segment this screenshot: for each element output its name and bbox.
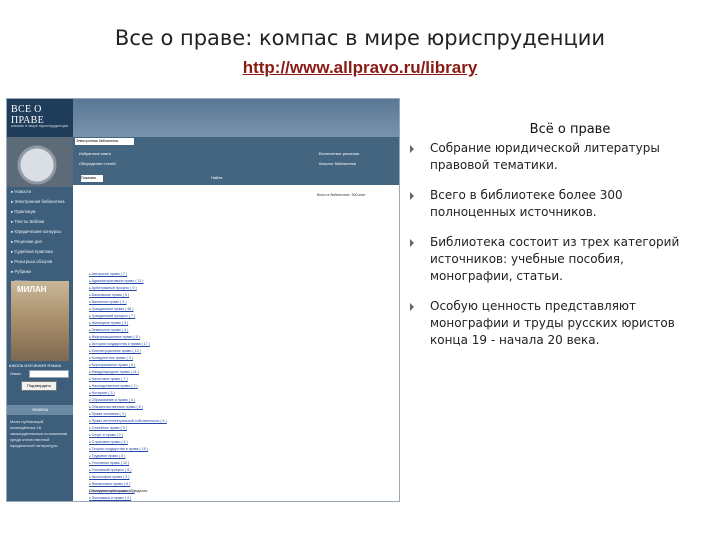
- bullet-arrow-icon: [410, 303, 414, 311]
- category-link[interactable]: Международное право ( 11 ): [89, 369, 249, 376]
- category-link[interactable]: Право интеллектуальной собственности ( 6…: [89, 418, 249, 425]
- category-link[interactable]: Земельное право ( 4 ): [89, 327, 249, 334]
- category-link[interactable]: Наследственное право ( 2 ): [89, 383, 249, 390]
- view-select[interactable]: Показать: [81, 175, 103, 182]
- bullet-text: Библиотека состоит из трех категорий ист…: [430, 235, 680, 283]
- bullet-list: Собрание юридической литературы правовой…: [410, 140, 710, 362]
- category-link[interactable]: Авторское право ( 7 ): [89, 271, 249, 278]
- menu-item[interactable]: Электронная библиотека: [11, 197, 71, 207]
- category-link[interactable]: Конституционное право ( 12 ): [89, 348, 249, 355]
- site-header-banner: [73, 99, 399, 137]
- menu-item[interactable]: Розыгрыш обзоров: [11, 257, 71, 267]
- category-link[interactable]: Корпоративное право ( 6 ): [89, 362, 249, 369]
- category-link[interactable]: Уголовный процесс ( 8 ): [89, 467, 249, 474]
- category-link[interactable]: Обязательственное право ( 5 ): [89, 404, 249, 411]
- menu-item[interactable]: Юридические конкурсы: [11, 227, 71, 237]
- bullet-item: Особую ценность представляют монографии …: [410, 298, 710, 349]
- news-heading: Анонсы: [7, 405, 73, 415]
- site-nav-bar: Электронная библиотека Избранные книги О…: [73, 137, 399, 185]
- login-label: Логин: [10, 371, 21, 376]
- category-link[interactable]: Семейное право ( 3 ): [89, 425, 249, 432]
- nav-link[interactable]: Бесплатные решения: [319, 151, 359, 156]
- site-logo[interactable]: ВСЕ О ПРАВЕ компас в мире юриспруденции: [7, 99, 73, 137]
- advert-banner[interactable]: МИЛАН: [11, 281, 69, 361]
- site-logo-subtitle: компас в мире юриспруденции: [11, 123, 69, 128]
- category-link[interactable]: Административное право ( 11 ): [89, 278, 249, 285]
- stats-line: Всего в библиотеке: 300 книг: [317, 193, 366, 197]
- menu-item[interactable]: Практикум: [11, 207, 71, 217]
- menu-item[interactable]: Тексты Библии: [11, 217, 71, 227]
- go-link[interactable]: Найти: [211, 175, 222, 180]
- library-url-link[interactable]: http://www.allpravo.ru/library: [0, 58, 720, 78]
- category-link[interactable]: Валютное право ( 2 ): [89, 299, 249, 306]
- site-main: Всего в библиотеке: 300 книг Авторское п…: [73, 185, 399, 501]
- bullet-arrow-icon: [410, 145, 414, 153]
- category-link[interactable]: Образование и право ( 4 ): [89, 397, 249, 404]
- category-link[interactable]: Философия права ( 3 ): [89, 474, 249, 481]
- nav-link[interactable]: Каталог библиотеки: [319, 161, 356, 166]
- footer-note: Последние публикации в разделах: [89, 489, 148, 493]
- menu-item[interactable]: Новости: [11, 187, 71, 197]
- clock-image: [7, 137, 73, 187]
- category-link[interactable]: Страховое право ( 4 ): [89, 439, 249, 446]
- category-link[interactable]: Уголовное право ( 12 ): [89, 460, 249, 467]
- website-screenshot: ВСЕ О ПРАВЕ компас в мире юриспруденции …: [6, 98, 400, 502]
- category-link[interactable]: История государства и права ( 17 ): [89, 341, 249, 348]
- category-link[interactable]: Гражданский процесс ( 7 ): [89, 313, 249, 320]
- bullet-arrow-icon: [410, 192, 414, 200]
- category-link[interactable]: Нотариат ( 3 ): [89, 390, 249, 397]
- category-link[interactable]: Трудовое право ( 5 ): [89, 453, 249, 460]
- category-link[interactable]: Финансовое право ( 6 ): [89, 481, 249, 488]
- menu-item[interactable]: Судебная практика: [11, 247, 71, 257]
- category-link[interactable]: Арбитражный процесс ( 9 ): [89, 285, 249, 292]
- category-link[interactable]: Экономика и право ( 4 ): [89, 495, 249, 501]
- menu-item[interactable]: Рубрики: [11, 267, 71, 277]
- category-link[interactable]: Конкурентное право ( 3 ): [89, 355, 249, 362]
- category-link[interactable]: Налоговое право ( 7 ): [89, 376, 249, 383]
- bullet-item: Собрание юридической литературы правовой…: [410, 140, 710, 174]
- category-link[interactable]: Банковское право ( 5 ): [89, 292, 249, 299]
- bullet-text: Собрание юридической литературы правовой…: [430, 141, 660, 172]
- category-link[interactable]: Информационное право ( 5 ): [89, 334, 249, 341]
- bullet-arrow-icon: [410, 239, 414, 247]
- bullet-text: Всего в библиотеке более 300 полноценных…: [430, 188, 623, 219]
- menu-item[interactable]: Рецензии дня: [11, 237, 71, 247]
- advert-title: МИЛАН: [17, 285, 47, 294]
- category-list: Авторское право ( 7 )Административное пр…: [89, 271, 249, 501]
- news-text: Мало публикаций, посвящённых 18 законода…: [10, 419, 68, 448]
- bullet-item: Всего в библиотеке более 300 полноценных…: [410, 187, 710, 221]
- advert-caption: ШКОЛА ИЗУЧЕНИЯ ЯЗЫКА: [9, 363, 62, 368]
- nav-link[interactable]: Обсуждение статей: [79, 161, 116, 166]
- site-sidebar: ВСЕ О ПРАВЕ компас в мире юриспруденции …: [7, 99, 73, 501]
- slide-title: Все о праве: компас в мире юриспруденции: [114, 26, 606, 50]
- category-link[interactable]: Теория государства и права ( 15 ): [89, 446, 249, 453]
- category-link[interactable]: Гражданское право ( 46 ): [89, 306, 249, 313]
- bullet-item: Библиотека состоит из трех категорий ист…: [410, 234, 710, 285]
- section-heading: Всё о праве: [529, 122, 611, 137]
- login-button[interactable]: Подтвердить: [21, 381, 57, 391]
- bullet-text: Особую ценность представляют монографии …: [430, 299, 675, 347]
- category-link[interactable]: Права человека ( 3 ): [89, 411, 249, 418]
- category-link[interactable]: Жилищное право ( 3 ): [89, 320, 249, 327]
- category-link[interactable]: Спорт и право ( 2 ): [89, 432, 249, 439]
- site-menu: Новости Электронная библиотека Практикум…: [11, 187, 71, 287]
- login-input[interactable]: [29, 370, 69, 378]
- nav-link[interactable]: Избранные книги: [79, 151, 111, 156]
- breadcrumb[interactable]: Электронная библиотека: [75, 138, 134, 145]
